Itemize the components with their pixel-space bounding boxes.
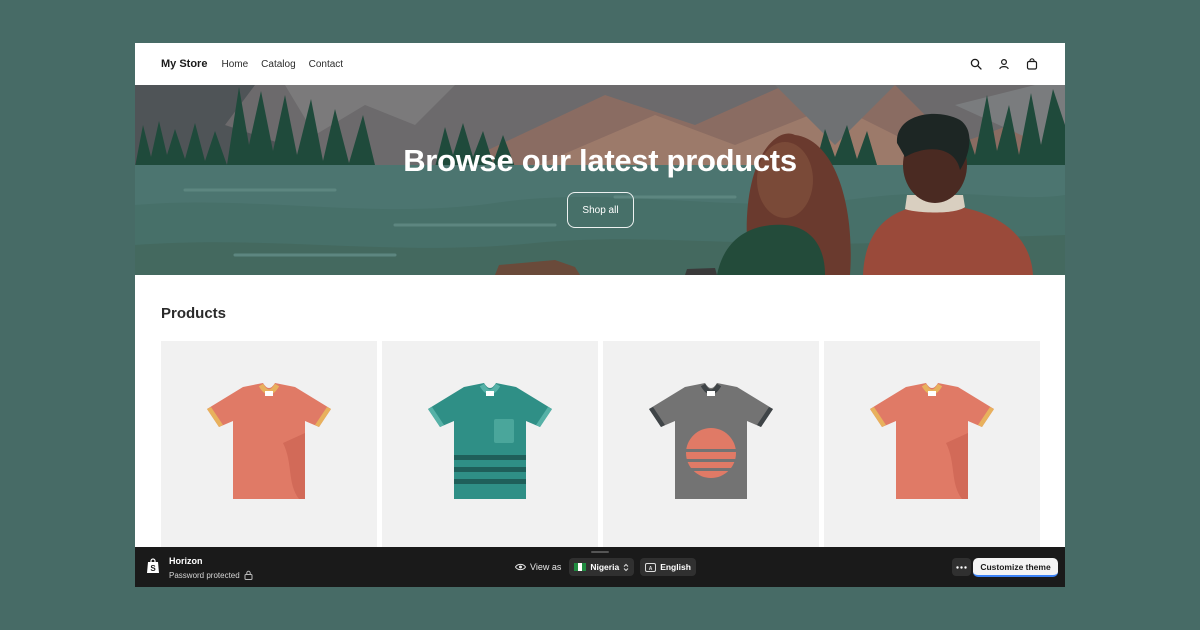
main-nav: Home Catalog Contact <box>221 59 343 70</box>
language-label: English <box>660 562 691 572</box>
country-label: Nigeria <box>590 562 620 572</box>
nav-home[interactable]: Home <box>221 59 248 70</box>
site-header: My Store Home Catalog Contact <box>135 43 1065 85</box>
eye-icon <box>515 563 526 571</box>
more-icon <box>956 565 967 569</box>
preview-controls: View as Nigeria A English <box>515 558 696 576</box>
cart-icon[interactable] <box>1025 57 1039 71</box>
store-logo[interactable]: My Store <box>161 58 207 70</box>
chevron-updown-icon <box>623 563 629 571</box>
hero-illustration <box>135 85 1065 275</box>
admin-preview-bar: S Horizon Password protected View as Nig… <box>135 547 1065 587</box>
password-status-label: Password protected <box>169 570 240 580</box>
language-icon: A <box>645 562 657 572</box>
t-shirt-image <box>207 383 331 499</box>
product-card[interactable] <box>824 341 1040 551</box>
nigeria-flag-icon <box>574 563 587 571</box>
hero-banner: Browse our latest products Shop all <box>135 85 1065 275</box>
svg-text:A: A <box>649 565 653 571</box>
country-selector[interactable]: Nigeria <box>569 558 635 576</box>
view-as-label: View as <box>530 562 562 572</box>
customize-theme-button[interactable]: Customize theme <box>973 558 1058 577</box>
shop-all-button[interactable]: Shop all <box>567 192 634 228</box>
account-icon[interactable] <box>997 57 1011 71</box>
password-status: Password protected <box>169 570 253 580</box>
t-shirt-image <box>870 383 994 499</box>
drag-handle[interactable] <box>591 551 609 553</box>
svg-text:S: S <box>150 564 156 573</box>
product-card[interactable] <box>161 341 377 551</box>
hero-title: Browse our latest products <box>403 143 797 178</box>
t-shirt-image <box>649 383 773 499</box>
search-icon[interactable] <box>969 57 983 71</box>
product-card[interactable] <box>603 341 819 551</box>
language-selector[interactable]: A English <box>640 558 696 576</box>
product-card[interactable] <box>382 341 598 551</box>
nav-catalog[interactable]: Catalog <box>261 59 295 70</box>
products-heading: Products <box>161 305 227 322</box>
product-grid <box>161 341 1040 551</box>
t-shirt-image <box>428 383 552 499</box>
more-options-button[interactable] <box>952 558 971 576</box>
header-actions <box>969 57 1039 71</box>
view-as: View as <box>515 562 561 572</box>
shopify-bag-icon: S <box>147 558 159 573</box>
nav-contact[interactable]: Contact <box>309 59 343 70</box>
lock-icon <box>244 570 253 580</box>
theme-name: Horizon <box>169 556 203 566</box>
storefront-preview: My Store Home Catalog Contact Browse our… <box>135 43 1065 587</box>
